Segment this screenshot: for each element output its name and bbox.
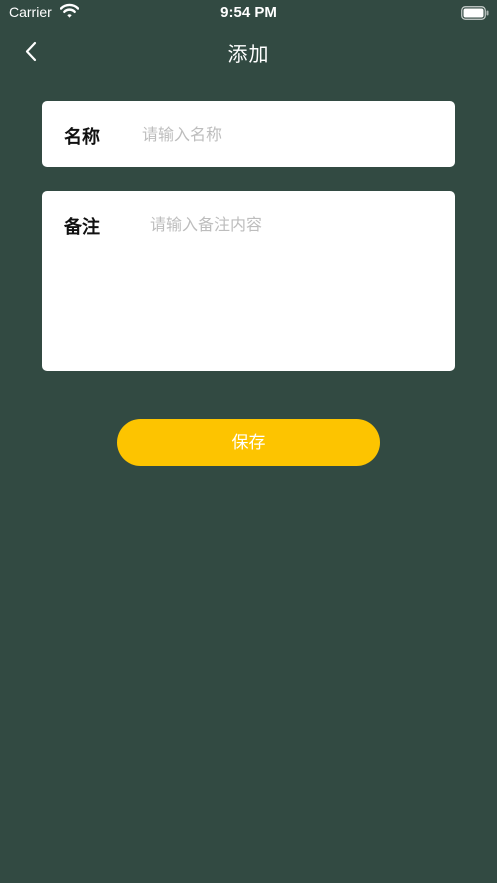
- name-field-label: 名称: [64, 127, 100, 148]
- status-bar: Carrier 9:54 PM: [0, 0, 497, 26]
- name-input[interactable]: [142, 118, 432, 150]
- note-field-label: 备注: [64, 217, 100, 238]
- name-field-card: 名称: [42, 101, 455, 167]
- battery-icon: [461, 5, 489, 20]
- status-time: 9:54 PM: [220, 4, 277, 21]
- navigation-bar: 添加: [0, 26, 497, 76]
- page-title: 添加: [227, 42, 270, 66]
- note-field-card: 备注: [42, 191, 455, 371]
- note-input[interactable]: [150, 211, 435, 351]
- save-button[interactable]: 保存: [117, 419, 380, 466]
